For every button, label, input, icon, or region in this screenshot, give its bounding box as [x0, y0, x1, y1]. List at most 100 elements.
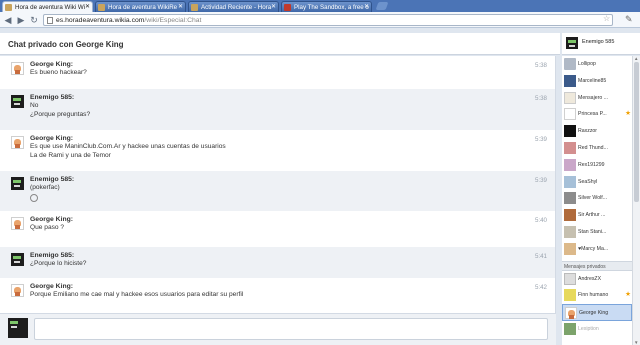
message-text: Que paso ?	[30, 224, 65, 231]
current-user: Enemigo 585	[562, 33, 640, 55]
avatar	[564, 242, 576, 255]
avatar[interactable]	[11, 217, 24, 230]
forward-arrow-icon[interactable]: ▶	[16, 15, 26, 25]
user-list-item[interactable]: Red Thund...	[562, 140, 632, 157]
address-bar: ◀ ▶ ↻ es.horadeaventura.wikia.com/wiki/E…	[0, 12, 640, 28]
tab-title: Hora de aventura Wiki Wi	[15, 4, 86, 11]
user-name: Mensajero ...	[578, 94, 608, 101]
avatar[interactable]	[11, 177, 24, 190]
scrollbar-thumb[interactable]	[634, 62, 639, 202]
url-input[interactable]: es.horadeaventura.wikia.com/wiki/Especia…	[43, 14, 613, 26]
tab-title: Hora de aventura WikiRe	[108, 4, 178, 11]
message-time: 5:41	[534, 253, 547, 260]
user-list-item[interactable]: Rex191299	[562, 157, 632, 174]
url-path: /wiki/Especial:Chat	[144, 17, 202, 24]
user-list-item[interactable]: Stan Stani...	[562, 224, 632, 241]
back-arrow-icon[interactable]: ◀	[3, 15, 13, 25]
avatar	[564, 108, 576, 121]
bookmark-star-icon[interactable]: ☆	[603, 14, 610, 23]
message-time: 5:38	[534, 62, 547, 69]
message-text: ¿Porque lo hiciste?	[30, 260, 87, 267]
close-tab-icon[interactable]: ✕	[178, 3, 183, 10]
avatar	[564, 225, 576, 238]
user-list: Lollipop Marceline85 Mensajero ... Princ…	[562, 56, 632, 345]
user-name: Rex191299	[578, 161, 605, 168]
message-input[interactable]	[34, 318, 548, 340]
pokerface-emoticon-icon	[30, 193, 38, 202]
avatar[interactable]	[11, 284, 24, 297]
avatar	[564, 289, 576, 302]
user-list-item[interactable]: Princesa P... ★	[562, 106, 632, 123]
user-list-item[interactable]: SeaShyl	[562, 174, 632, 191]
private-list-item[interactable]: Lexiption	[562, 321, 632, 338]
chat-message: George King: Porque Emiliano me cae mal …	[0, 278, 555, 313]
avatar	[564, 175, 576, 188]
message-time: 5:38	[534, 95, 547, 102]
message-author[interactable]: George King:	[30, 215, 547, 224]
private-messages-label: Mensajes privados	[562, 260, 632, 271]
message-text: ¿Porque preguntas?	[30, 110, 91, 118]
chat-message: Enemigo 585: No ¿Porque preguntas? 5:38	[0, 89, 555, 130]
user-list-item[interactable]: Marceline85	[562, 73, 632, 90]
user-name: Lexiption	[578, 325, 599, 332]
chat-message: George King: Es bueno hackear? 5:38	[0, 56, 555, 89]
avatar[interactable]	[11, 136, 24, 149]
user-list-item[interactable]: Mensajero ...	[562, 90, 632, 107]
user-name: Sir Arthur ...	[578, 212, 606, 219]
avatar[interactable]	[11, 62, 24, 75]
page-icon	[47, 17, 53, 24]
tab-title: Actividad Reciente - Hora	[201, 4, 272, 11]
user-name: Marceline85	[578, 77, 607, 84]
message-author[interactable]: Enemigo 585:	[30, 175, 547, 184]
scroll-up-icon[interactable]: ▲	[634, 56, 638, 61]
avatar[interactable]	[11, 95, 24, 108]
user-name: Finn humano	[578, 292, 609, 299]
browser-tab-bar: Hora de aventura Wiki Wi ✕ Hora de avent…	[0, 0, 640, 12]
message-time: 5:39	[534, 136, 547, 143]
chat-message: George King: Que paso ? 5:40	[0, 211, 555, 247]
avatar	[564, 158, 576, 171]
message-author[interactable]: George King:	[30, 134, 547, 143]
tab-title: Play The Sandbox, a free o	[294, 4, 369, 11]
private-list-item-selected[interactable]: George King	[562, 304, 632, 321]
scroll-down-icon[interactable]: ▼	[634, 340, 638, 345]
reload-icon[interactable]: ↻	[29, 15, 39, 25]
user-name: Raxzzor	[578, 128, 598, 135]
user-list-item[interactable]: Lollipop	[562, 56, 632, 73]
message-time: 5:40	[534, 217, 547, 224]
message-author[interactable]: Enemigo 585:	[30, 93, 547, 102]
chat-message: George King: Es que use ManinClub.Com.Ar…	[0, 130, 555, 171]
close-tab-icon[interactable]: ✕	[271, 3, 276, 10]
private-list-item[interactable]: AndresZX	[562, 271, 632, 288]
message-text: Es que use ManinClub.Com.Ar y hackee una…	[30, 143, 226, 150]
browser-tab-2[interactable]: Hora de aventura WikiRe ✕	[95, 1, 186, 12]
wikia-favicon-icon	[5, 4, 12, 11]
user-list-item[interactable]: Raxzzor	[562, 123, 632, 140]
browser-tab-3[interactable]: Actividad Reciente - Hora ✕	[188, 1, 279, 12]
message-author[interactable]: George King:	[30, 282, 547, 291]
avatar	[564, 91, 576, 104]
close-tab-icon[interactable]: ✕	[85, 3, 90, 10]
user-list-item[interactable]: Sir Arthur ...	[562, 207, 632, 224]
chat-header: Chat privado con George King	[0, 33, 560, 55]
user-list-item[interactable]: ♥Marcy Ma...	[562, 241, 632, 258]
sandbox-favicon-icon	[284, 4, 291, 11]
moderator-star-icon: ★	[625, 291, 631, 299]
private-list-item[interactable]: Finn humano ★	[562, 287, 632, 304]
user-list-item[interactable]: Silver Wolf...	[562, 190, 632, 207]
message-author[interactable]: Enemigo 585:	[30, 251, 547, 260]
url-host: es.horadeaventura.wikia.com	[56, 17, 145, 24]
message-author[interactable]: George King:	[30, 60, 547, 69]
avatar[interactable]	[11, 253, 24, 266]
browser-tab-1[interactable]: Hora de aventura Wiki Wi ✕	[2, 1, 93, 12]
close-tab-icon[interactable]: ✕	[364, 3, 369, 10]
avatar	[566, 37, 578, 49]
wikia-favicon-icon	[191, 4, 198, 11]
message-time: 5:39	[534, 177, 547, 184]
message-text: La de Rami y una de Temor	[30, 151, 111, 159]
chat-message: Enemigo 585: ¿Porque lo hiciste? 5:41	[0, 247, 555, 278]
browser-tab-4[interactable]: Play The Sandbox, a free o ✕	[281, 1, 372, 12]
wrench-menu-icon[interactable]: ✎	[625, 14, 633, 25]
new-tab-button[interactable]	[375, 2, 389, 10]
user-list-scrollbar[interactable]: ▲ ▼	[632, 56, 640, 345]
